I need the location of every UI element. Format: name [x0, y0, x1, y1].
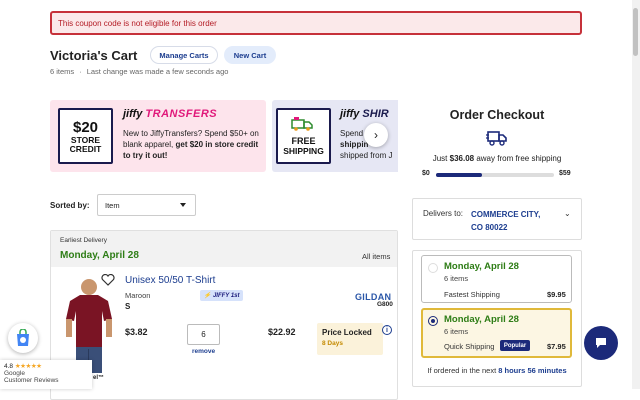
separator-dot: · — [79, 67, 82, 76]
partial-label: el™ — [93, 375, 105, 381]
info-icon[interactable]: i — [382, 325, 392, 335]
line-total: $22.92 — [268, 327, 296, 337]
sort-label: Sorted by: — [50, 201, 90, 210]
unit-price: $3.82 — [125, 327, 148, 337]
checkout-title: Order Checkout — [449, 108, 545, 122]
manage-carts-button[interactable]: Manage Carts — [150, 46, 218, 64]
jiffy-1st-badge: ⚡ JIFFY 1st — [200, 290, 243, 301]
free-shipping-message: Just $36.08 away from free shipping — [432, 154, 562, 163]
shopping-bag-icon — [17, 329, 29, 346]
store-credit-amount: $20 — [72, 119, 99, 136]
shipping-option-type: Fastest Shipping — [444, 290, 500, 299]
shipping-option-date: Monday, April 28 — [444, 314, 519, 325]
free-shipping-line2: SHIPPING — [283, 146, 324, 156]
page-scrollbar[interactable] — [632, 0, 640, 389]
price-locked-label: Price Locked — [322, 328, 372, 337]
quantity-input[interactable]: 6 — [187, 324, 220, 345]
shipping-option-date: Monday, April 28 — [444, 261, 519, 272]
shipping-radio-fastest[interactable] — [428, 263, 438, 273]
store-credit-line2: CREDIT — [69, 144, 102, 154]
earliest-delivery-label: Earliest Delivery — [60, 237, 107, 244]
review-rating: 4.8 ★★★★★ — [4, 363, 42, 370]
review-source: Google — [4, 370, 25, 377]
shipping-option-type: Quick Shipping — [444, 342, 495, 351]
caret-down-icon — [180, 203, 186, 207]
remove-link[interactable]: remove — [192, 348, 215, 355]
popular-badge: Popular — [500, 340, 530, 351]
product-color: Maroon — [125, 291, 151, 300]
chevron-down-icon[interactable]: ⌄ — [564, 209, 571, 218]
price-locked-days: 8 Days — [322, 340, 343, 347]
sort-select-value: Item — [105, 200, 120, 210]
cart-meta: 6 items · Last change was made a few secon… — [50, 67, 228, 76]
store-credit-box: $20 STORE CREDIT — [58, 108, 113, 164]
product-size: S — [125, 302, 131, 311]
chat-button[interactable] — [584, 326, 618, 360]
promo-card-transfers[interactable]: $20 STORE CREDIT jiffy TRANSFERS New to … — [50, 100, 266, 172]
free-shipping-line1: FREE — [291, 136, 316, 146]
product-name-link[interactable]: Unisex 50/50 T-Shirt — [125, 275, 215, 286]
delivery-group-date: Monday, April 28 — [60, 250, 139, 261]
lightning-icon: ⚡ — [203, 293, 211, 299]
shipping-radio-quick[interactable] — [428, 316, 438, 326]
promo-carousel: $20 STORE CREDIT jiffy TRANSFERS New to … — [50, 100, 398, 172]
shipping-truck-icon — [486, 131, 507, 146]
delivery-city: COMMERCE CITY, CO 80022 — [471, 210, 541, 232]
google-reviews-badge[interactable] — [8, 323, 38, 353]
cart-item-count: 6 items — [50, 67, 75, 76]
shipping-option-count: 6 items — [444, 274, 469, 283]
alert-message: This coupon code is not eligible for thi… — [58, 18, 217, 28]
shipping-option-price: $7.95 — [547, 342, 566, 351]
cart-title: Victoria's Cart — [50, 48, 138, 63]
truck-gift-icon — [290, 117, 313, 131]
heart-icon[interactable] — [101, 274, 115, 286]
jiffy-1st-badge-label: JIFFY 1st — [212, 292, 240, 299]
progress-start-label: $0 — [422, 170, 430, 177]
delivers-to-label: Delivers to: — [423, 209, 464, 218]
jiffy-shirts-logo: jiffy SHIR — [340, 108, 389, 120]
customer-reviews-widget[interactable]: 4.8 ★★★★★ Google Customer Reviews — [0, 360, 92, 389]
free-shipping-box: FREE SHIPPING — [276, 108, 331, 164]
order-cutoff-message: If ordered in the next 8 hours 56 minute… — [427, 366, 567, 375]
shipping-option-price: $9.95 — [547, 290, 566, 299]
coupon-error-alert: This coupon code is not eligible for thi… — [50, 11, 582, 35]
all-items-label: All items — [362, 252, 391, 261]
free-shipping-progress-fill — [436, 173, 483, 177]
progress-end-label: $59 — [559, 170, 571, 177]
price-locked-badge: Price Locked 8 Days — [317, 323, 383, 355]
chevron-right-icon: › — [374, 128, 378, 142]
promo-transfers-text: New to JiffyTransfers? Spend $50+ on bla… — [123, 129, 259, 160]
jiffy-transfers-logo: jiffy TRANSFERS — [123, 108, 218, 120]
review-label: Customer Reviews — [4, 377, 59, 384]
chat-bubble-icon — [596, 338, 606, 348]
cart-last-change: Last change was made a few seconds ago — [86, 67, 229, 76]
promo-next-button[interactable]: › — [364, 123, 388, 147]
stars-icon: ★★★★★ — [14, 363, 42, 370]
shipping-option-count: 6 items — [444, 327, 469, 336]
new-cart-button[interactable]: New Cart — [224, 46, 276, 64]
brand-style-code: G800 — [377, 301, 393, 308]
sort-select[interactable]: Item — [97, 194, 196, 216]
scrollbar-thumb[interactable] — [633, 8, 638, 56]
